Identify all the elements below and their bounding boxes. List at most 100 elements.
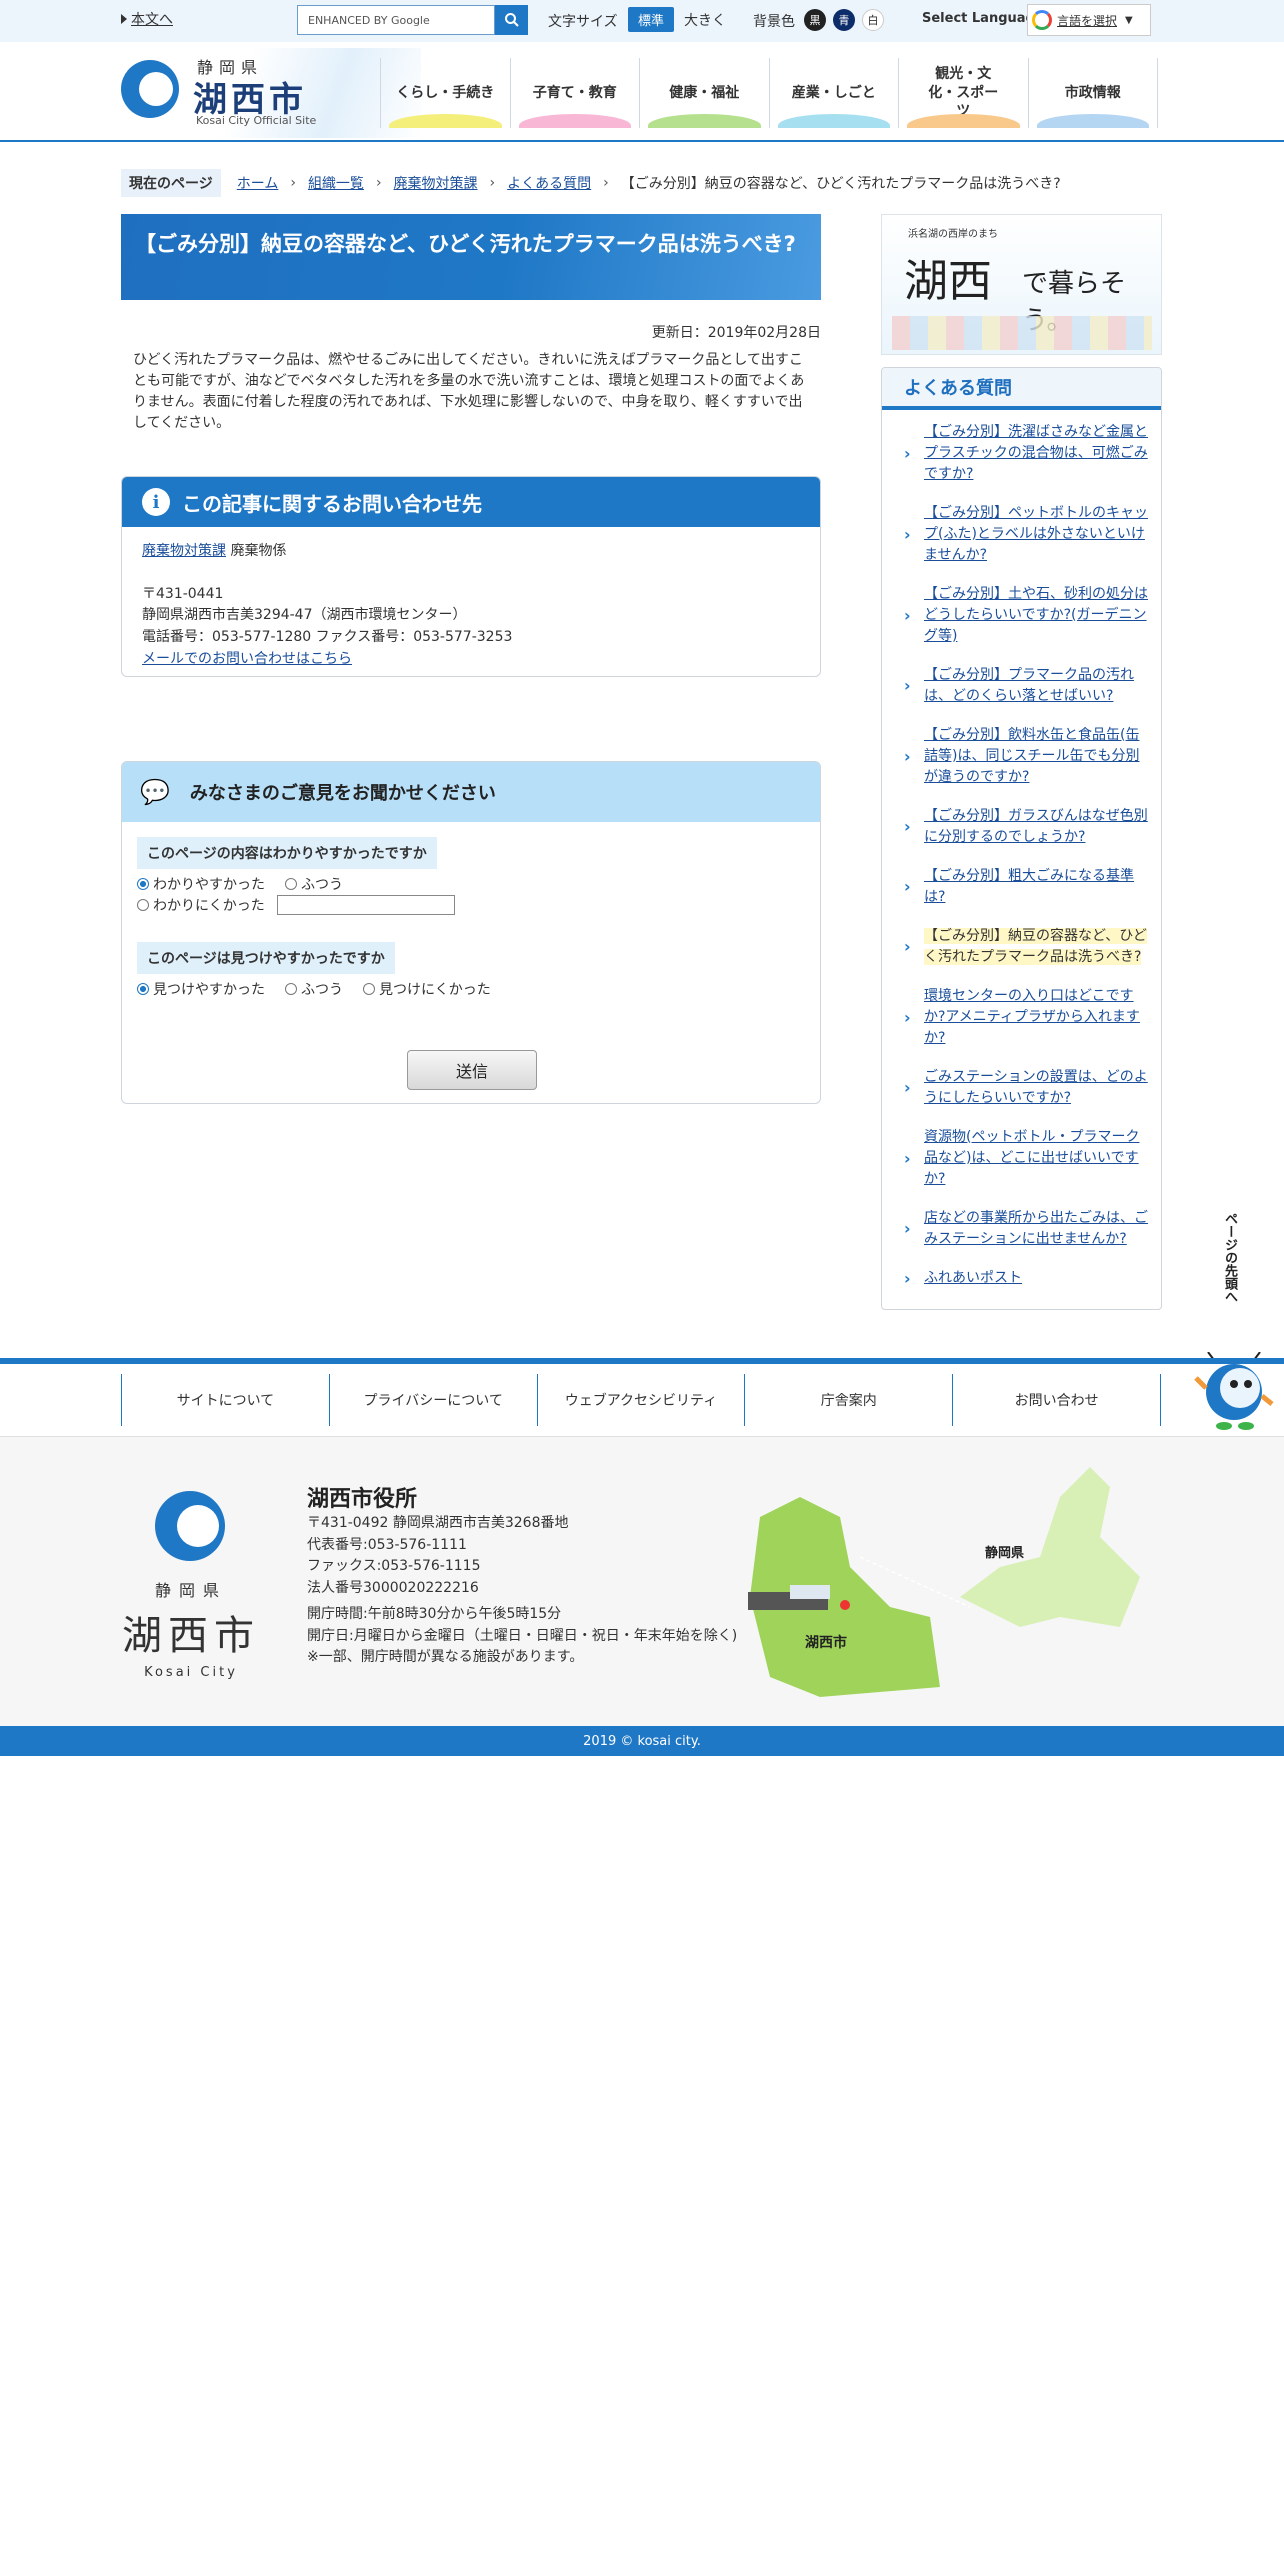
font-size-large-button[interactable]: 大きく bbox=[680, 7, 730, 32]
findability-options: 見つけやすかった ふつう 見つけにくかった bbox=[137, 979, 491, 999]
footer-logo-city: 湖西市 bbox=[122, 1613, 260, 1659]
nav-industry[interactable]: 産業・しごと bbox=[768, 58, 899, 128]
radio-normal-find[interactable] bbox=[285, 983, 297, 995]
question-findability: このページは見つけやすかったですか bbox=[137, 942, 395, 974]
page-title: 【ごみ分別】納豆の容器など、ひどく汚れたプラマーク品は洗うべき? bbox=[121, 214, 821, 300]
radio-unclear[interactable] bbox=[137, 899, 149, 911]
faq-link[interactable]: ごみステーションの設置は、どのようにしたらいいですか? bbox=[924, 1069, 1148, 1106]
radio-hard-find[interactable] bbox=[363, 983, 375, 995]
footer-hours: 開庁時間:午前8時30分から午後5時15分 開庁日:月曜日から金曜日（土曜日・日… bbox=[307, 1604, 737, 1669]
search-button[interactable] bbox=[495, 5, 528, 35]
section-name: 廃棄物係 bbox=[230, 543, 287, 559]
radio-easy-find-label: 見つけやすかった bbox=[153, 982, 265, 998]
footer-office-name: 湖西市役所 bbox=[307, 1487, 418, 1512]
bg-black-button[interactable]: 黒 bbox=[804, 9, 826, 31]
faq-link[interactable]: 【ごみ分別】粗大ごみになる基準は? bbox=[924, 868, 1134, 905]
page-top-button[interactable]: ページの先頭へ bbox=[1184, 1212, 1284, 1438]
faq-item: ごみステーションの設置は、どのようにしたらいいですか? bbox=[902, 1067, 1149, 1109]
font-size-standard-button[interactable]: 標準 bbox=[628, 7, 674, 32]
faq-item: 【ごみ分別】土や石、砂利の処分はどうしたらいいですか?(ガーデニング等) bbox=[902, 584, 1149, 647]
feedback-heading: 💬 みなさまのご意見をお聞かせください bbox=[122, 762, 820, 822]
radio-clear[interactable] bbox=[137, 878, 149, 890]
chat-bubble-icon: 💬 bbox=[140, 778, 170, 806]
page-top-label: ページの先頭へ bbox=[1222, 1212, 1237, 1303]
nav-label: 子育て・教育 bbox=[532, 84, 617, 101]
faq-link[interactable]: 資源物(ペットボトル・プラマーク品など)は、どこに出せばいいですか? bbox=[924, 1129, 1139, 1187]
breadcrumb-org-list[interactable]: 組織一覧 bbox=[308, 173, 364, 193]
faq-link[interactable]: 【ごみ分別】ガラスびんはなぜ色別に分別するのでしょうか? bbox=[924, 808, 1148, 845]
map-label-kosai: 湖西市 bbox=[805, 1634, 847, 1650]
search-input[interactable]: ENHANCED BY Google bbox=[297, 5, 495, 35]
feedback-heading-text: みなさまのご意見をお聞かせください bbox=[189, 783, 496, 804]
faq-item: 資源物(ペットボトル・プラマーク品など)は、どこに出せばいいですか? bbox=[902, 1127, 1149, 1190]
radio-normal[interactable] bbox=[285, 878, 297, 890]
faq-link[interactable]: 【ごみ分別】飲料水缶と食品缶(缶詰等)は、同じスチール缶でも分別が違うのですか? bbox=[924, 727, 1139, 785]
language-select-value: 言語を選択 bbox=[1057, 13, 1118, 28]
skip-to-content-link[interactable]: 本文へ bbox=[121, 9, 173, 29]
faq-link[interactable]: 【ごみ分別】土や石、砂利の処分はどうしたらいいですか?(ガーデニング等) bbox=[924, 586, 1148, 644]
breadcrumb-home[interactable]: ホーム bbox=[237, 173, 279, 193]
faq-link[interactable]: 【ごみ分別】ペットボトルのキャップ(ふた)とラベルは外さないといけませんか? bbox=[924, 505, 1148, 563]
nav-health[interactable]: 健康・福祉 bbox=[639, 58, 769, 128]
bg-white-button[interactable]: 白 bbox=[862, 9, 884, 31]
faq-link[interactable]: 店などの事業所から出たごみは、ごみステーションに出せませんか? bbox=[924, 1210, 1148, 1247]
language-select[interactable]: 言語を選択 ▼ bbox=[1027, 4, 1151, 36]
footer-info: 静岡県 湖西市 Kosai City 湖西市役所 〒431-0492 静岡県湖西… bbox=[0, 1436, 1284, 1726]
radio-hard-find-label: 見つけにくかった bbox=[379, 982, 491, 998]
mail-inquiry-link[interactable]: メールでのお問い合わせはこちら bbox=[142, 651, 352, 667]
contact-heading-text: この記事に関するお問い合わせ先 bbox=[182, 491, 482, 516]
faq-item: 【ごみ分別】粗大ごみになる基準は? bbox=[902, 866, 1149, 908]
faq-item: 【ごみ分別】プラマーク品の汚れは、どのくらい落とせばいい? bbox=[902, 665, 1149, 707]
site-logo[interactable]: 静岡県 湖西市 Kosai City Official Site bbox=[121, 48, 421, 138]
department-link[interactable]: 廃棄物対策課 bbox=[142, 543, 226, 559]
footer-link-office-guide[interactable]: 庁舎案内 bbox=[744, 1374, 952, 1426]
nav-living[interactable]: くらし・手続き bbox=[380, 58, 510, 128]
banner-caption: 浜名湖の西岸のまち bbox=[908, 229, 998, 240]
radio-unclear-label: わかりにくかった bbox=[153, 898, 265, 914]
footer-address: 〒431-0492 静岡県湖西市吉美3268番地 bbox=[307, 1515, 569, 1531]
chevron-down-icon: ▼ bbox=[1125, 14, 1133, 26]
contact-heading: i この記事に関するお問い合わせ先 bbox=[122, 477, 820, 527]
nav-tourism[interactable]: 観光・文化・スポーツ bbox=[898, 58, 1028, 128]
faq-heading: よくある質問 bbox=[882, 368, 1161, 410]
footer-link-accessibility[interactable]: ウェブアクセシビリティ bbox=[536, 1374, 745, 1426]
faq-item: 店などの事業所から出たごみは、ごみステーションに出せませんか? bbox=[902, 1208, 1149, 1250]
footer-link-privacy[interactable]: プライバシーについて bbox=[328, 1374, 537, 1426]
living-in-kosai-banner[interactable]: 浜名湖の西岸のまち 湖西 で暮らそう。 bbox=[881, 214, 1162, 355]
mascot-icon bbox=[1194, 1352, 1274, 1430]
global-nav: くらし・手続き 子育て・教育 健康・福祉 産業・しごと 観光・文化・スポーツ 市… bbox=[380, 58, 1158, 128]
faq-link[interactable]: 環境センターの入り口はどこですか?アメニティプラザから入れますか? bbox=[924, 988, 1140, 1046]
nav-childcare[interactable]: 子育て・教育 bbox=[509, 58, 640, 128]
bg-color-label: 背景色 bbox=[753, 14, 795, 30]
faq-item-current: 【ごみ分別】納豆の容器など、ひどく汚れたプラマーク品は洗うべき? bbox=[902, 926, 1149, 968]
radio-normal-find-label: ふつう bbox=[301, 982, 343, 998]
breadcrumb-faq[interactable]: よくある質問 bbox=[507, 173, 591, 193]
faq-link[interactable]: 【ごみ分別】プラマーク品の汚れは、どのくらい落とせばいい? bbox=[924, 667, 1134, 704]
breadcrumb-department[interactable]: 廃棄物対策課 bbox=[394, 173, 478, 193]
faq-link[interactable]: 【ごみ分別】洗濯ばさみなど金属とプラスチックの混合物は、可燃ごみですか? bbox=[924, 424, 1148, 482]
footer-open-days: 開庁日:月曜日から金曜日（土曜日・日曜日・祝日・年末年始を除く) bbox=[307, 1627, 738, 1644]
town-illustration bbox=[892, 316, 1152, 350]
radio-clear-label: わかりやすかった bbox=[153, 877, 265, 893]
faq-item: 【ごみ分別】ガラスびんはなぜ色別に分別するのでしょうか? bbox=[902, 806, 1149, 848]
faq-sidebar: よくある質問 【ごみ分別】洗濯ばさみなど金属とプラスチックの混合物は、可燃ごみで… bbox=[881, 367, 1162, 1310]
footer-link-contact[interactable]: お問い合わせ bbox=[952, 1374, 1161, 1426]
radio-easy-find[interactable] bbox=[137, 983, 149, 995]
nav-label: 健康・福祉 bbox=[669, 84, 740, 101]
faq-item: 環境センターの入り口はどこですか?アメニティプラザから入れますか? bbox=[902, 986, 1149, 1049]
footer-corp-no: 法人番号3000020222216 bbox=[307, 1580, 479, 1597]
font-size-label: 文字サイズ bbox=[548, 14, 618, 30]
footer-divider bbox=[0, 1358, 1284, 1364]
unclear-reason-input[interactable] bbox=[276, 895, 455, 915]
footer-link-about[interactable]: サイトについて bbox=[121, 1374, 329, 1426]
nav-city-info[interactable]: 市政情報 bbox=[1027, 58, 1158, 128]
logo-subtitle: Kosai City Official Site bbox=[196, 114, 317, 127]
article-body: ひどく汚れたプラマーク品は、燃やせるごみに出してください。きれいに洗えばプラマー… bbox=[133, 352, 805, 431]
bg-blue-button[interactable]: 青 bbox=[833, 9, 855, 31]
submit-button[interactable]: 送信 bbox=[407, 1050, 537, 1090]
clarity-options-row1: わかりやすかった ふつう bbox=[137, 874, 343, 894]
language-label: Select Language bbox=[922, 11, 1044, 26]
info-icon: i bbox=[142, 488, 170, 516]
footer-logo-pref: 静岡県 bbox=[154, 1581, 227, 1600]
faq-link[interactable]: ふれあいポスト bbox=[924, 1270, 1022, 1286]
